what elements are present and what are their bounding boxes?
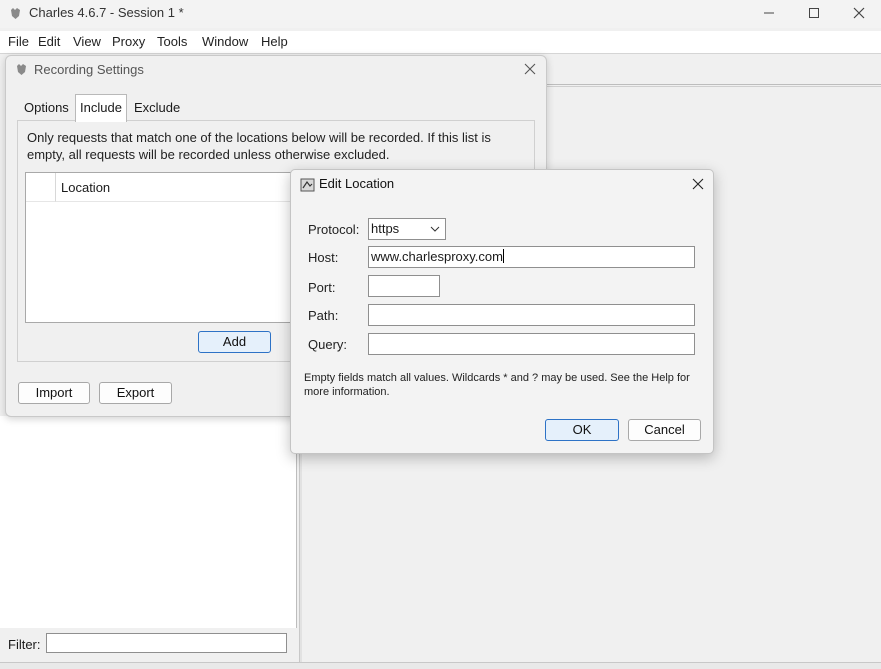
panel-splitter[interactable] [299,452,302,664]
menu-proxy[interactable]: Proxy [112,34,145,49]
menu-view[interactable]: View [73,34,101,49]
dialog-title: Recording Settings [34,62,144,77]
edit-location-dialog: Edit Location Protocol: https Host: www.… [290,169,714,454]
menu-bar: File Edit View Proxy Tools Window Help [0,31,881,54]
charles-app-icon [11,8,20,19]
query-label: Query: [308,337,348,352]
port-field[interactable] [368,275,440,297]
dialog-title: Edit Location [319,176,395,191]
chevron-down-icon [430,226,440,232]
protocol-value: https [371,221,400,236]
path-field[interactable] [368,304,695,326]
filter-label: Filter: [8,637,41,652]
menu-help[interactable]: Help [261,34,288,49]
close-window-button[interactable] [836,0,881,28]
text-cursor [502,249,504,263]
protocol-select[interactable]: https [368,218,446,240]
select-column-header[interactable] [26,173,56,202]
filter-input[interactable] [46,633,287,653]
location-column-label: Location [61,180,111,195]
minimize-button[interactable] [746,0,792,28]
host-value: www.charlesproxy.com [371,249,503,264]
add-button[interactable]: Add [198,331,271,353]
export-button[interactable]: Export [99,382,172,404]
structure-panel [0,416,297,628]
port-label: Port: [308,280,336,295]
window-title: Charles 4.6.7 - Session 1 * [29,5,184,20]
edit-location-icon [300,178,315,192]
toolbar-area [545,54,881,85]
location-column-header[interactable]: Location [56,173,294,202]
menu-tools[interactable]: Tools [157,34,187,49]
host-label: Host: [308,250,339,265]
main-titlebar: Charles 4.6.7 - Session 1 * [0,0,881,28]
location-table[interactable]: Location [25,172,295,323]
query-field[interactable] [368,333,695,355]
tab-include[interactable]: Include [75,94,127,122]
menu-file[interactable]: File [8,34,29,49]
charles-app-icon [17,64,26,75]
host-field[interactable]: www.charlesproxy.com [368,246,695,268]
minimize-icon [764,12,774,14]
ok-button[interactable]: OK [545,419,619,441]
close-icon[interactable] [523,62,537,76]
cancel-button[interactable]: Cancel [628,419,701,441]
import-button[interactable]: Import [18,382,90,404]
include-description: Only requests that match one of the loca… [27,130,491,162]
close-icon[interactable] [691,177,705,191]
maximize-icon [809,8,819,18]
close-icon [853,7,865,19]
tab-options[interactable]: Options [20,97,73,119]
protocol-label: Protocol: [308,222,360,237]
help-text: Empty fields match all values. Wildcards… [304,372,690,398]
menu-edit[interactable]: Edit [38,34,60,49]
tab-exclude[interactable]: Exclude [130,97,184,119]
maximize-button[interactable] [791,0,837,28]
path-label: Path: [308,308,339,323]
menu-window[interactable]: Window [202,34,248,49]
